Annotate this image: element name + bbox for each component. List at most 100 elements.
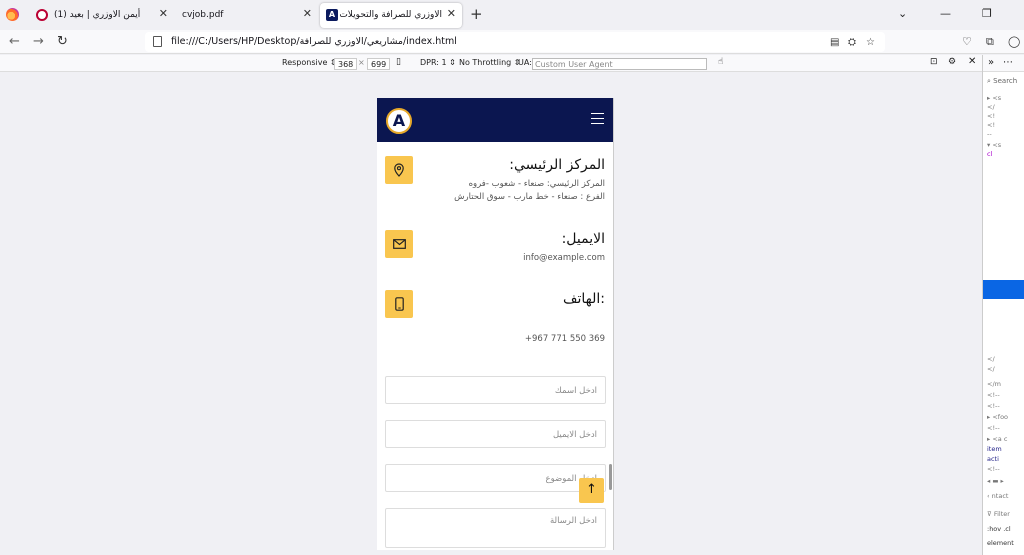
email-title: الايميل: (561, 231, 605, 247)
name-input[interactable]: ادخل اسمك (385, 376, 606, 404)
tab-alawzari[interactable]: A الاوزري للصرافة والتحويلات ✕ (320, 3, 462, 28)
dom-node[interactable]: ▸ <a c (987, 435, 1007, 443)
dpr-select[interactable]: DPR: 1 ⇕ (420, 58, 456, 67)
close-responsive-icon[interactable]: ✕ (968, 56, 976, 67)
site-header: A (377, 98, 613, 142)
dom-node[interactable]: ▾ <s (987, 141, 1001, 149)
phone-title: :الهاتف (563, 291, 605, 307)
extensions-icon[interactable]: ⧉ (986, 35, 994, 49)
dom-node[interactable]: -- (987, 130, 992, 138)
user-agent-input[interactable]: Custom User Agent (532, 58, 707, 70)
screenshot-icon[interactable]: ⊡ (930, 57, 938, 67)
phone-icon (385, 290, 413, 318)
hamburger-menu-icon[interactable] (591, 113, 604, 124)
list-tabs-icon[interactable]: ⌄ (898, 7, 907, 20)
devtools-inspector-panel: » ⋯ ⌕ Search ▸ <s </ <! <! -- ▾ <s cl </… (982, 55, 1024, 555)
minimize-icon[interactable]: — (940, 7, 951, 20)
throttling-label: No Throttling (459, 58, 512, 67)
address-line-1: المركز الرئيسي: صنعاء - شعوب -فروه (468, 179, 605, 189)
tab-label: cvjob.pdf (182, 10, 224, 20)
overflow-menu-icon[interactable]: ⋯ (1003, 57, 1013, 68)
inspector-search-placeholder: Search (993, 77, 1018, 85)
site-favicon-icon: A (326, 9, 338, 21)
email-input[interactable]: ادخل الايميل (385, 420, 606, 448)
more-tools-icon[interactable]: » (988, 57, 994, 68)
dom-node[interactable]: <! (987, 121, 995, 129)
navigation-bar: ← → ↻ file:///C:/Users/HP/Desktop/مشاريع… (0, 30, 1024, 54)
tab-label: الاوزري للصرافة والتحويلات (339, 10, 442, 20)
dom-node[interactable]: item (987, 445, 1002, 453)
horizontal-scrollbar[interactable]: ◂ ▬ ▸ (987, 477, 1004, 485)
close-icon[interactable]: ✕ (447, 7, 456, 20)
url-text[interactable]: file:///C:/Users/HP/Desktop/مشاريعي/الاو… (171, 36, 457, 47)
back-to-top-button[interactable]: ↑ (579, 478, 604, 503)
dom-node[interactable]: <!-- (987, 424, 1000, 432)
page-scrollbar[interactable] (609, 464, 612, 490)
dom-node[interactable]: </ (987, 365, 995, 373)
phone-value[interactable]: +967 771 550 369 (525, 334, 605, 344)
settings-gear-icon[interactable]: ⚙ (948, 57, 956, 67)
dpr-label: DPR: 1 (420, 58, 447, 67)
reload-icon[interactable]: ↻ (57, 34, 68, 49)
dom-node[interactable]: </ (987, 103, 995, 111)
bookmark-star-icon[interactable]: ☆ (866, 37, 875, 48)
address-title: المركز الرئيسي: (509, 157, 605, 173)
tab-ayman[interactable]: أيمن الاوزري | بعيد (1) ✕ (30, 3, 174, 28)
device-viewport: A المركز الرئيسي: المركز الرئيسي: صنعاء … (377, 98, 614, 550)
firefox-icon[interactable] (6, 8, 19, 21)
dom-node[interactable]: <!-- (987, 391, 1000, 399)
address-line-2: الفرع : صنعاء - خط مارب - سوق الحتارش (454, 192, 605, 202)
dom-node[interactable]: </ (987, 355, 995, 363)
responsive-design-toolbar: Responsive ⇕ 368 × 699 ▯ DPR: 1 ⇕ No Thr… (0, 55, 982, 72)
tab-strip: أيمن الاوزري | بعيد (1) ✕ cvjob.pdf ✕ A … (0, 0, 1024, 30)
tab-label: أيمن الاوزري | بعيد (1) (54, 10, 141, 20)
height-input[interactable]: 699 (367, 58, 391, 70)
profile-favicon-icon (36, 9, 48, 21)
rotate-icon[interactable]: ▯ (396, 57, 401, 67)
devtools-toolbar: » ⋯ (983, 55, 1024, 72)
message-textarea[interactable]: ادخل الرسالة (385, 508, 606, 548)
width-input[interactable]: 368 (334, 58, 358, 70)
filter-label: Filter (993, 510, 1010, 518)
email-value[interactable]: info@example.com (523, 253, 605, 263)
restore-icon[interactable]: ❐ (982, 7, 992, 20)
page-icon (153, 36, 162, 47)
breadcrumb-fragment: ntact (991, 492, 1009, 500)
close-icon[interactable]: ✕ (159, 7, 168, 20)
pocket-icon[interactable]: ♡ (962, 35, 972, 48)
dom-node[interactable]: ▸ <s (987, 94, 1001, 102)
tab-cvjob[interactable]: cvjob.pdf ✕ (176, 3, 318, 28)
back-icon[interactable]: ← (9, 34, 20, 49)
envelope-icon (385, 230, 413, 258)
dom-node[interactable]: <!-- (987, 465, 1000, 473)
new-tab-button[interactable]: + (470, 5, 483, 23)
breadcrumb[interactable]: ‹ ntact (987, 492, 1008, 500)
pseudo-class-toggle[interactable]: :hov .cl (987, 525, 1011, 533)
site-logo[interactable]: A (386, 108, 412, 134)
dimension-separator: × (358, 58, 365, 67)
forward-icon[interactable]: → (33, 34, 44, 49)
ua-label: UA: (518, 58, 532, 67)
device-select[interactable]: Responsive ⇕ (282, 58, 337, 67)
arrow-up-icon: ↑ (586, 482, 597, 497)
dom-node[interactable]: ▸ <foo (987, 413, 1008, 421)
dom-node[interactable]: </m (987, 380, 1001, 388)
location-pin-icon (385, 156, 413, 184)
inspector-search[interactable]: ⌕ Search (987, 77, 1017, 86)
element-rule: element (987, 539, 1014, 547)
dom-node[interactable]: acti (987, 455, 999, 463)
touch-simulation-icon[interactable]: ☝ (718, 57, 723, 67)
reader-view-icon[interactable]: ▤ (830, 37, 839, 48)
dom-node[interactable]: <! (987, 112, 995, 120)
close-icon[interactable]: ✕ (303, 7, 312, 20)
dom-node[interactable]: cl (987, 150, 992, 158)
subject-input[interactable]: ادخل الموضوع (385, 464, 606, 492)
account-icon[interactable]: ◯ (1008, 35, 1020, 48)
throttling-select[interactable]: No Throttling ⇕ (459, 58, 521, 67)
device-select-label: Responsive (282, 58, 328, 67)
rules-filter[interactable]: ⊽ Filter (987, 510, 1010, 518)
url-bar[interactable]: file:///C:/Users/HP/Desktop/مشاريعي/الاو… (145, 32, 885, 52)
selected-dom-node[interactable] (983, 280, 1024, 299)
dom-node[interactable]: <!-- (987, 402, 1000, 410)
translate-icon[interactable]: ⛭ (848, 37, 856, 48)
